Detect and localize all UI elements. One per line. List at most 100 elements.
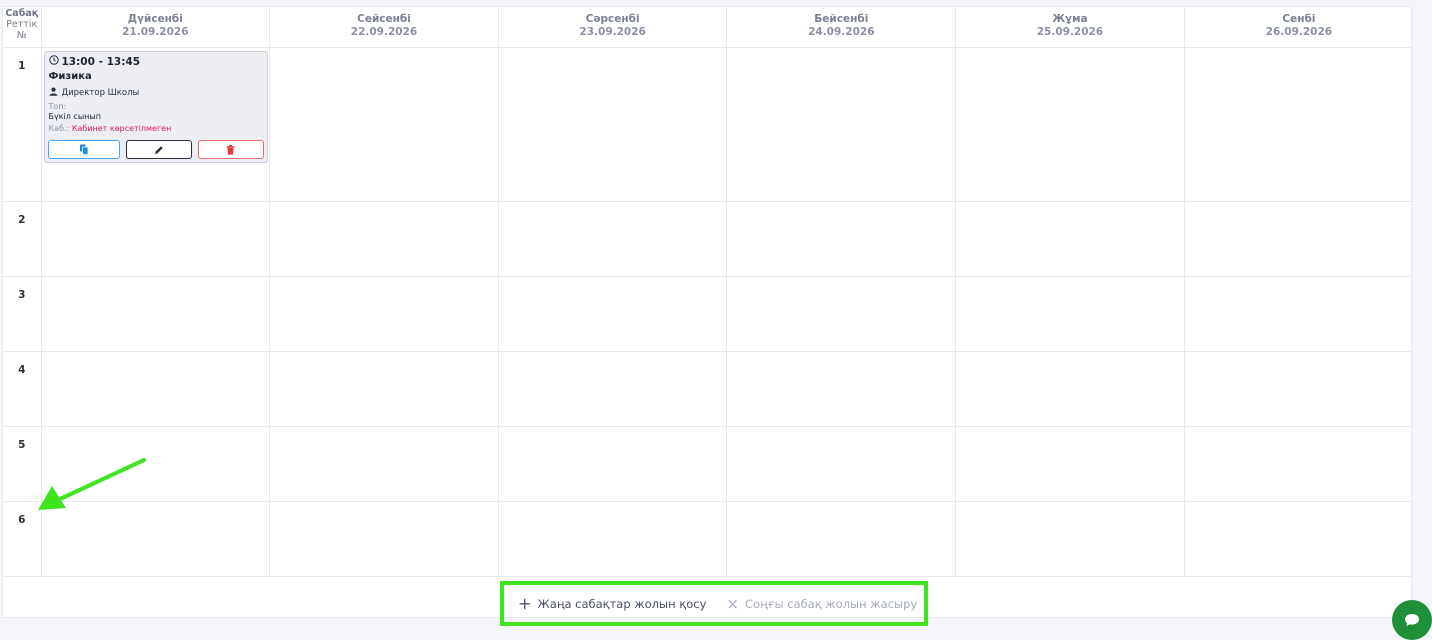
plus-icon: + bbox=[518, 593, 532, 613]
schedule-row: 3 bbox=[3, 275, 1413, 352]
chat-button[interactable] bbox=[1392, 600, 1432, 640]
schedule-cell[interactable] bbox=[40, 350, 271, 427]
schedule-cell[interactable] bbox=[955, 275, 1185, 352]
schedule-cell[interactable] bbox=[726, 275, 957, 352]
schedule-cell[interactable] bbox=[269, 200, 499, 277]
footer-actions-highlight: + Жаңа сабақтар жолын қосу × Соңғы сабақ… bbox=[500, 581, 928, 626]
day-name: Сенбі bbox=[1282, 13, 1316, 25]
lesson-number: 3 bbox=[3, 275, 42, 352]
schedule-row: 1 13:00 - 13:45 Физика Директор Школы То… bbox=[3, 46, 1413, 202]
pencil-icon bbox=[154, 140, 164, 159]
day-header-tuesday: Сейсенбі 22.09.2026 bbox=[269, 7, 499, 48]
day-header-saturday: Сенбі 26.09.2026 bbox=[1183, 7, 1413, 48]
day-name: Сейсенбі bbox=[357, 13, 411, 25]
day-name: Бейсенбі bbox=[814, 13, 869, 25]
lesson-number-header-line1: Сабақ bbox=[5, 8, 39, 19]
schedule-cell[interactable] bbox=[1183, 350, 1413, 427]
schedule-cell[interactable] bbox=[497, 350, 728, 427]
schedule-cell[interactable] bbox=[726, 46, 957, 202]
schedule-cell[interactable] bbox=[497, 425, 728, 502]
schedule-cell[interactable] bbox=[1183, 46, 1413, 202]
schedule-cell[interactable] bbox=[726, 500, 957, 577]
schedule-row: 4 bbox=[3, 350, 1413, 427]
add-lesson-row-label: Жаңа сабақтар жолын қосу bbox=[537, 596, 707, 611]
schedule-cell[interactable] bbox=[1183, 200, 1413, 277]
schedule-cell[interactable] bbox=[40, 275, 271, 352]
close-icon: × bbox=[726, 594, 739, 613]
lesson-number-header-line2: Реттік bbox=[6, 19, 38, 30]
day-date: 26.09.2026 bbox=[1265, 26, 1333, 38]
schedule-cell[interactable] bbox=[40, 200, 271, 277]
schedule-row: 6 bbox=[3, 500, 1413, 577]
schedule-cell[interactable] bbox=[269, 350, 499, 427]
day-header-wednesday: Сәрсенбі 23.09.2026 bbox=[497, 7, 728, 48]
user-icon bbox=[49, 87, 58, 99]
lesson-room-label: Каб.: bbox=[48, 123, 70, 133]
copy-icon bbox=[79, 140, 89, 159]
lesson-teacher: Директор Школы bbox=[49, 87, 263, 99]
day-date: 24.09.2026 bbox=[808, 26, 875, 38]
lesson-number: 1 bbox=[3, 46, 42, 202]
day-name: Жұма bbox=[1052, 13, 1088, 25]
schedule-cell[interactable] bbox=[269, 500, 499, 577]
day-name: Дүйсенбі bbox=[127, 13, 183, 25]
day-name: Сәрсенбі bbox=[585, 13, 640, 25]
lesson-group-label: Топ: bbox=[48, 101, 67, 111]
schedule-cell[interactable] bbox=[269, 275, 499, 352]
schedule-cell[interactable]: 13:00 - 13:45 Физика Директор Школы Топ:… bbox=[40, 46, 271, 202]
lesson-number-header-line3: № bbox=[16, 30, 27, 41]
lesson-subject: Физика bbox=[48, 70, 92, 82]
schedule-footer: + Жаңа сабақтар жолын қосу × Соңғы сабақ… bbox=[3, 576, 1413, 626]
schedule-cell[interactable] bbox=[269, 425, 499, 502]
day-header-monday: Дүйсенбі 21.09.2026 bbox=[40, 7, 271, 48]
schedule-cell[interactable] bbox=[497, 275, 728, 352]
copy-lesson-button[interactable] bbox=[47, 139, 120, 159]
schedule-cell[interactable] bbox=[726, 350, 957, 427]
schedule-cell[interactable] bbox=[1183, 425, 1413, 502]
trash-icon bbox=[226, 140, 235, 159]
day-header-thursday: Бейсенбі 24.09.2026 bbox=[726, 7, 957, 48]
schedule-cell[interactable] bbox=[1183, 500, 1413, 577]
lesson-card-actions bbox=[47, 139, 264, 159]
lesson-teacher-name: Директор Школы bbox=[61, 88, 140, 98]
day-header-friday: Жұма 25.09.2026 bbox=[955, 7, 1185, 48]
hide-last-row-button[interactable]: × Соңғы сабақ жолын жасыру bbox=[726, 594, 918, 613]
lesson-time-text: 13:00 - 13:45 bbox=[61, 55, 141, 68]
lesson-time: 13:00 - 13:45 bbox=[48, 55, 263, 69]
schedule-table: Сабақ Реттік № Дүйсенбі 21.09.2026 Сейсе… bbox=[3, 7, 1413, 577]
schedule-cell[interactable] bbox=[40, 500, 271, 577]
lesson-room: Каб.: Кабинет көрсетілмеген bbox=[49, 123, 263, 134]
clock-icon bbox=[48, 55, 59, 68]
hide-last-row-label: Соңғы сабақ жолын жасыру bbox=[745, 596, 918, 611]
schedule-cell[interactable] bbox=[1183, 275, 1413, 352]
lesson-number: 6 bbox=[3, 500, 42, 577]
delete-lesson-button[interactable] bbox=[197, 139, 264, 159]
lesson-room-value: Кабинет көрсетілмеген bbox=[71, 123, 172, 133]
schedule-cell[interactable] bbox=[955, 425, 1185, 502]
schedule-cell[interactable] bbox=[955, 500, 1185, 577]
schedule-row: 5 bbox=[3, 425, 1413, 502]
lesson-number: 2 bbox=[3, 200, 42, 277]
schedule-cell[interactable] bbox=[726, 425, 957, 502]
schedule-cell[interactable] bbox=[955, 46, 1185, 202]
schedule-cell[interactable] bbox=[955, 200, 1185, 277]
day-date: 23.09.2026 bbox=[579, 26, 646, 38]
schedule-cell[interactable] bbox=[726, 200, 957, 277]
schedule-cell[interactable] bbox=[497, 200, 728, 277]
day-date: 22.09.2026 bbox=[350, 26, 418, 38]
edit-lesson-button[interactable] bbox=[125, 139, 192, 159]
schedule-panel: Сабақ Реттік № Дүйсенбі 21.09.2026 Сейсе… bbox=[2, 6, 1413, 626]
add-lesson-row-button[interactable]: + Жаңа сабақтар жолын қосу bbox=[518, 593, 707, 613]
schedule-cell[interactable] bbox=[955, 350, 1185, 427]
schedule-row: 2 bbox=[3, 200, 1413, 277]
day-date: 21.09.2026 bbox=[122, 26, 189, 38]
schedule-cell[interactable] bbox=[269, 46, 499, 202]
lesson-card[interactable]: 13:00 - 13:45 Физика Директор Школы Топ:… bbox=[43, 50, 268, 163]
page-background-strip bbox=[1413, 0, 1432, 630]
day-date: 25.09.2026 bbox=[1036, 26, 1104, 38]
schedule-cell[interactable] bbox=[497, 46, 728, 202]
lesson-number-header: Сабақ Реттік № bbox=[3, 7, 42, 48]
schedule-cell[interactable] bbox=[497, 500, 728, 577]
chat-icon bbox=[1404, 612, 1420, 631]
lesson-number: 4 bbox=[3, 350, 42, 427]
